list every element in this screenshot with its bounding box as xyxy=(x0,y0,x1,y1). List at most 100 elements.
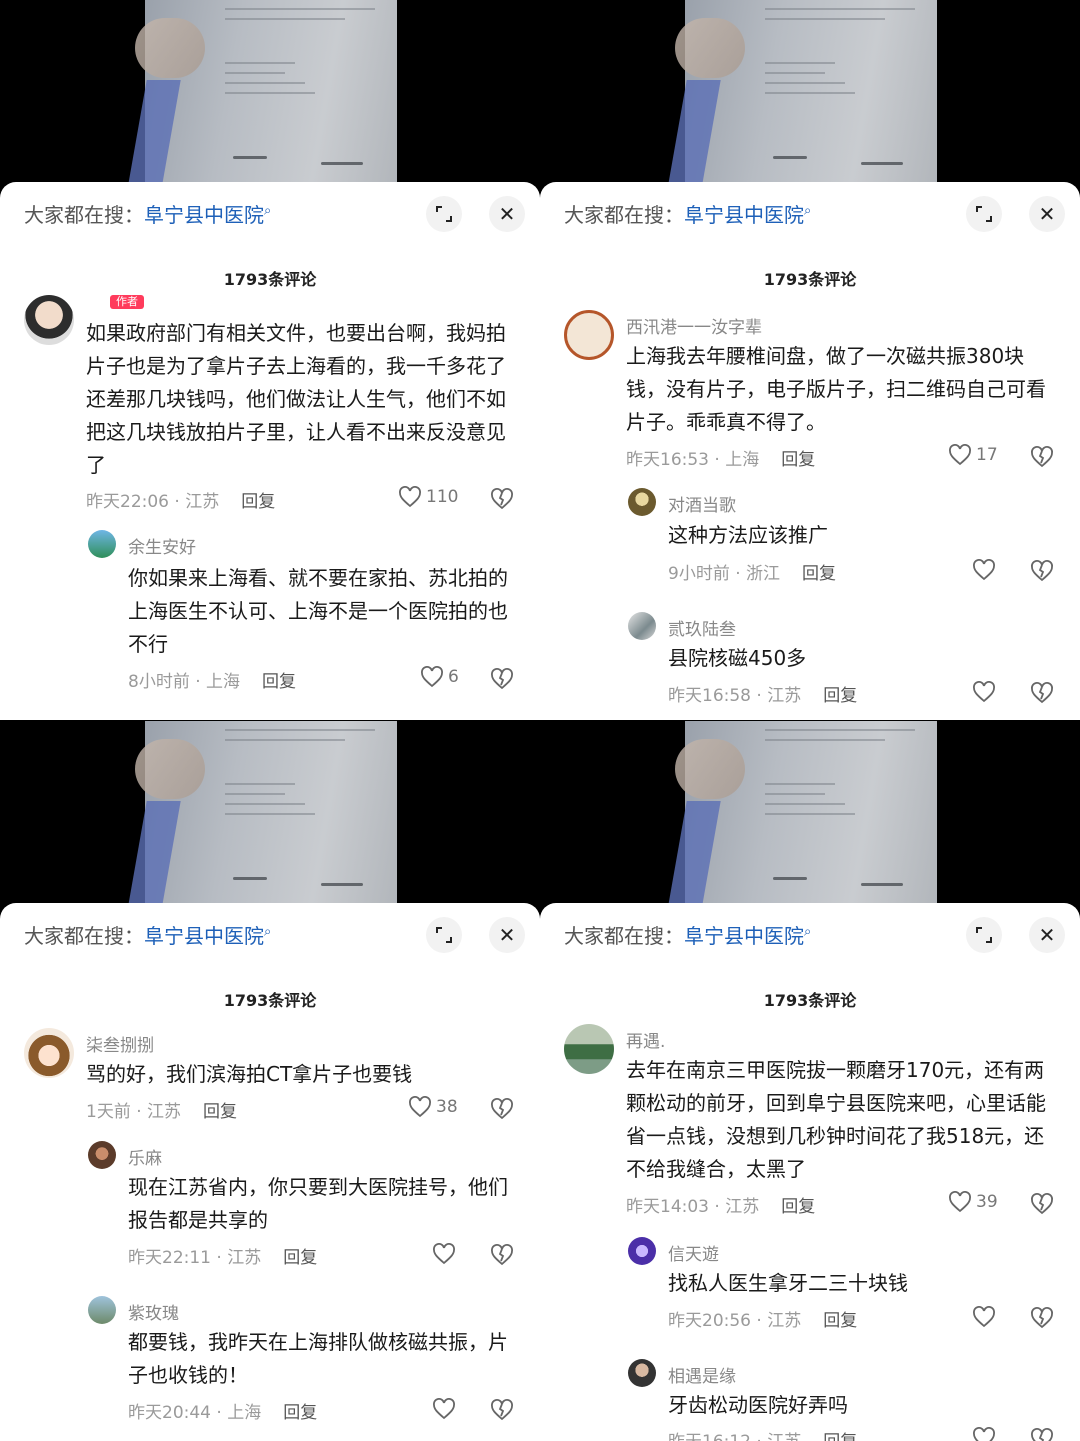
expand-button[interactable] xyxy=(426,196,462,232)
heart-outline-icon[interactable] xyxy=(432,1243,456,1265)
reply-button[interactable]: 回复 xyxy=(262,672,296,692)
heart-outline-icon[interactable] xyxy=(972,1427,996,1441)
broken-heart-icon[interactable] xyxy=(1030,1427,1054,1441)
avatar[interactable] xyxy=(88,1141,116,1169)
screenshot-panel-2: 大家都在搜：阜宁县中医院⌕ ✕ 1793条评论 西汛港一一汝字辈 上海我去年腰椎… xyxy=(540,0,1080,720)
reply-button[interactable]: 回复 xyxy=(283,1403,317,1423)
video-preview[interactable] xyxy=(540,0,1080,182)
reply-button[interactable]: 回复 xyxy=(283,1248,317,1268)
search-suggestion[interactable]: 大家都在搜：阜宁县中医院⌕ xyxy=(564,920,811,949)
like-button[interactable]: 17 xyxy=(948,444,998,466)
avatar[interactable] xyxy=(88,1296,116,1324)
avatar[interactable] xyxy=(24,1028,74,1078)
avatar[interactable] xyxy=(88,530,116,558)
close-icon: ✕ xyxy=(1038,202,1056,226)
comment-meta: 昨天20:56 · 江苏 回复 xyxy=(668,1311,858,1331)
expand-icon xyxy=(436,927,452,943)
search-icon: ⌕ xyxy=(804,924,812,940)
reply-button[interactable]: 回复 xyxy=(802,564,836,584)
avatar[interactable] xyxy=(628,1237,656,1265)
username[interactable]: 紫玫瑰 xyxy=(128,1299,179,1324)
username[interactable]: 对酒当歌 xyxy=(668,491,736,516)
broken-heart-icon[interactable] xyxy=(1030,681,1054,705)
comment-meta: 昨天20:44 · 上海 回复 xyxy=(128,1403,318,1423)
avatar[interactable] xyxy=(24,295,74,345)
search-suggestion[interactable]: 大家都在搜：阜宁县中医院⌕ xyxy=(564,199,811,228)
comment-meta: 昨天16:53 · 上海 回复 xyxy=(626,450,816,470)
reply-button[interactable]: 回复 xyxy=(823,1432,857,1441)
broken-heart-icon[interactable] xyxy=(1030,559,1054,583)
screenshot-panel-4: 大家都在搜：阜宁县中医院⌕ ✕ 1793条评论 再遇. 去年在南京三甲医院拔一颗… xyxy=(540,721,1080,1441)
comment-count: 1793条评论 xyxy=(763,270,857,289)
expand-icon xyxy=(976,927,992,943)
close-button[interactable]: ✕ xyxy=(1029,917,1065,953)
comment-meta: 昨天22:11 · 江苏 回复 xyxy=(128,1248,318,1268)
heart-outline-icon[interactable] xyxy=(972,681,996,703)
search-suggestion[interactable]: 大家都在搜：阜宁县中医院⌕ xyxy=(24,199,271,228)
screenshot-panel-1: 大家都在搜：阜宁县中医院⌕ ✕ 1793条评论 作者 如果政府部门有相关文件，也… xyxy=(0,0,540,720)
comment-meta: 昨天14:03 · 江苏 回复 xyxy=(626,1197,816,1217)
video-preview[interactable] xyxy=(540,721,1080,903)
like-count: 39 xyxy=(976,1192,998,1212)
reply-button[interactable]: 回复 xyxy=(241,492,275,512)
heart-outline-icon[interactable] xyxy=(432,1398,456,1420)
comment-count: 1793条评论 xyxy=(763,991,857,1010)
search-icon: ⌕ xyxy=(264,203,272,219)
expand-button[interactable] xyxy=(966,917,1002,953)
video-preview[interactable] xyxy=(0,0,540,182)
broken-heart-icon[interactable] xyxy=(490,487,514,511)
reply-button[interactable]: 回复 xyxy=(781,450,815,470)
like-button[interactable]: 6 xyxy=(420,666,459,688)
close-button[interactable]: ✕ xyxy=(489,917,525,953)
like-button[interactable]: 110 xyxy=(398,486,458,508)
broken-heart-icon[interactable] xyxy=(490,1097,514,1121)
username[interactable]: 柒叁捌捌 xyxy=(86,1031,154,1056)
like-count: 6 xyxy=(448,667,459,687)
broken-heart-icon[interactable] xyxy=(490,667,514,691)
username[interactable]: 信天遊 xyxy=(668,1240,719,1265)
like-count: 17 xyxy=(976,445,998,465)
broken-heart-icon[interactable] xyxy=(1030,1192,1054,1216)
heart-outline-icon xyxy=(949,444,971,466)
heart-outline-icon[interactable] xyxy=(972,559,996,581)
broken-heart-icon[interactable] xyxy=(490,1243,514,1267)
broken-heart-icon[interactable] xyxy=(1030,445,1054,469)
broken-heart-icon[interactable] xyxy=(490,1398,514,1422)
comment-text: 找私人医生拿牙二三十块钱 xyxy=(668,1271,908,1295)
comments-sheet: 大家都在搜：阜宁县中医院⌕ ✕ 1793条评论 柒叁捌捌 骂的好，我们滨海拍CT… xyxy=(0,903,540,1441)
avatar[interactable] xyxy=(628,1359,656,1387)
close-button[interactable]: ✕ xyxy=(1029,196,1065,232)
reply-button[interactable]: 回复 xyxy=(823,1311,857,1331)
comment-text: 这种方法应该推广 xyxy=(668,523,828,547)
reply-button[interactable]: 回复 xyxy=(781,1197,815,1217)
close-button[interactable]: ✕ xyxy=(489,196,525,232)
reply-button[interactable]: 回复 xyxy=(203,1102,237,1122)
comment-text: 你如果来上海看、就不要在家拍、苏北拍的上海医生不认可、上海不是一个医院拍的也不行 xyxy=(128,566,508,656)
like-button[interactable]: 39 xyxy=(948,1191,998,1213)
broken-heart-icon[interactable] xyxy=(1030,1306,1054,1330)
expand-button[interactable] xyxy=(426,917,462,953)
username[interactable]: 贰玖陆叁 xyxy=(668,615,736,640)
document-photo xyxy=(667,721,937,903)
video-preview[interactable] xyxy=(0,721,540,903)
heart-outline-icon xyxy=(421,666,443,688)
search-suggestion[interactable]: 大家都在搜：阜宁县中医院⌕ xyxy=(24,920,271,949)
heart-outline-icon[interactable] xyxy=(972,1306,996,1328)
reply-button[interactable]: 回复 xyxy=(823,686,857,706)
username[interactable]: 相遇是缘 xyxy=(668,1362,736,1387)
username[interactable]: 余生安好 xyxy=(128,533,196,558)
comment-text: 都要钱，我昨天在上海排队做核磁共振，片子也收钱的！ xyxy=(128,1330,508,1387)
document-photo xyxy=(127,721,397,903)
username[interactable]: 再遇. xyxy=(626,1027,665,1052)
username[interactable]: 西汛港一一汝字辈 xyxy=(626,313,762,338)
username[interactable]: 乐麻 xyxy=(128,1144,162,1169)
avatar[interactable] xyxy=(628,488,656,516)
screenshot-panel-3: 大家都在搜：阜宁县中医院⌕ ✕ 1793条评论 柒叁捌捌 骂的好，我们滨海拍CT… xyxy=(0,721,540,1441)
expand-button[interactable] xyxy=(966,196,1002,232)
comment-meta: 1天前 · 江苏 回复 xyxy=(86,1102,238,1122)
avatar[interactable] xyxy=(628,612,656,640)
like-button[interactable]: 38 xyxy=(408,1096,458,1118)
avatar[interactable] xyxy=(564,1024,614,1074)
avatar[interactable] xyxy=(564,310,614,360)
close-icon: ✕ xyxy=(498,923,516,947)
